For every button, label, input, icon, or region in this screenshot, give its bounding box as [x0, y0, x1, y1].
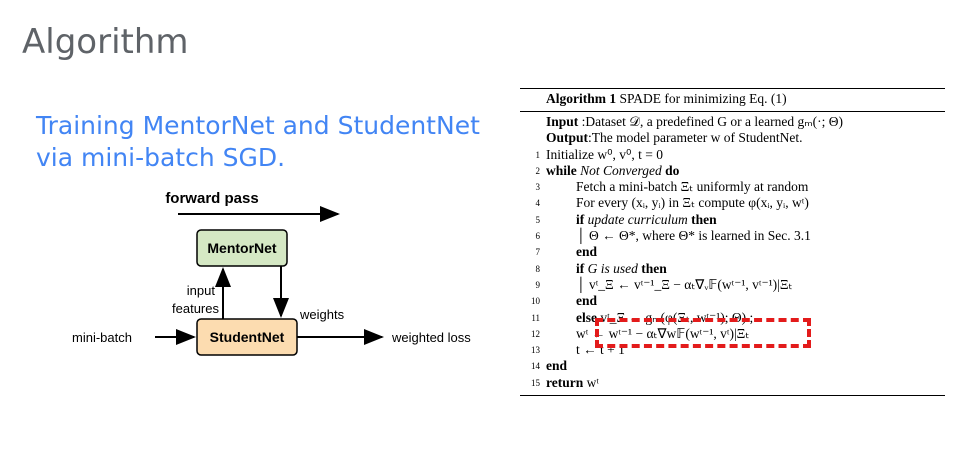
- algorithm-line: 3 Fetch a mini-batch Ξₜ uniformly at rand…: [520, 179, 945, 195]
- training-diagram: forward pass MentorNet StudentNet input …: [72, 190, 471, 356]
- slide-subtitle: Training MentorNet and StudentNet via mi…: [36, 111, 480, 172]
- algorithm-output: Output:The model parameter w of StudentN…: [520, 130, 945, 146]
- algorithm-line: 8 if G is used then: [520, 261, 945, 277]
- algorithm-input: Input :Dataset 𝒟, a predefined G or a le…: [520, 114, 945, 130]
- line-number: 3: [535, 182, 541, 193]
- algorithm-line: 4 For every (xᵢ, yᵢ) in Ξₜ compute φ(xᵢ, …: [520, 195, 945, 211]
- line-statement: │ Θ ← Θ*, where Θ* is learned in Sec. 3.…: [576, 228, 811, 244]
- line-number: 5: [535, 214, 541, 225]
- algorithm-line: 2 while Not Converged do: [520, 163, 945, 179]
- line-keyword: while: [546, 162, 577, 178]
- algorithm-caption-text: SPADE for minimizing Eq. (1): [619, 91, 787, 106]
- line-keyword: end: [576, 293, 598, 309]
- input-text: :Dataset 𝒟, a predefined G or a learned …: [581, 114, 843, 129]
- algorithm-line: 15 return wᵗ: [520, 375, 945, 391]
- line-number: 13: [531, 345, 540, 356]
- line-number: 2: [535, 165, 541, 176]
- weighted-loss-label: weighted loss: [391, 330, 471, 345]
- algorithm-caption: Algorithm 1 SPADE for minimizing Eq. (1): [520, 89, 945, 109]
- line-number: 1: [535, 149, 541, 160]
- line-keyword: if: [576, 211, 585, 227]
- line-number: 7: [535, 247, 541, 258]
- line-keyword: end: [546, 358, 568, 374]
- line-condition: update curriculum: [587, 211, 688, 227]
- algorithm-caption-number: Algorithm 1: [546, 91, 617, 106]
- line-number: 14: [531, 361, 540, 372]
- line-keyword: then: [691, 211, 717, 227]
- forward-pass-label: forward pass: [165, 190, 258, 207]
- line-number: 11: [531, 312, 540, 323]
- features-label: features: [172, 301, 219, 316]
- mentornet-label: MentorNet: [207, 240, 277, 256]
- line-statement: Initialize w⁰, v⁰, t = 0: [546, 146, 664, 162]
- output-keyword: Output: [546, 130, 589, 146]
- algorithm-line: 1 Initialize w⁰, v⁰, t = 0: [520, 147, 945, 163]
- output-text: :The model parameter w of StudentNet.: [588, 130, 803, 146]
- line-keyword: if: [576, 260, 585, 276]
- line-number: 8: [535, 263, 541, 274]
- studentnet-label: StudentNet: [210, 329, 285, 345]
- line-statement: Fetch a mini-batch Ξₜ uniformly at rando…: [576, 179, 809, 195]
- input-keyword: Input: [546, 114, 579, 129]
- line-keyword: return: [546, 374, 584, 390]
- line-number: 10: [531, 296, 540, 307]
- line-statement: │ vᵗ_Ξ ← vᵗ⁻¹_Ξ − αₜ∇ᵥ𝔽(wᵗ⁻¹, vᵗ⁻¹)|Ξₜ: [576, 276, 793, 292]
- line-keyword: then: [641, 260, 667, 276]
- algorithm-line: 5 if update curriculum then: [520, 212, 945, 228]
- line-keyword: end: [576, 244, 598, 260]
- input-label: input: [187, 283, 216, 298]
- line-number: 4: [535, 198, 541, 209]
- algorithm-line: 10 end: [520, 293, 945, 309]
- line-number: 6: [535, 231, 541, 242]
- line-keyword: do: [665, 162, 680, 178]
- algorithm-line: 14 end: [520, 358, 945, 374]
- mini-batch-label: mini-batch: [72, 330, 132, 345]
- algorithm-box: Algorithm 1 SPADE for minimizing Eq. (1)…: [520, 88, 945, 397]
- highlight-box: [595, 318, 811, 348]
- line-keyword: else: [576, 309, 597, 325]
- algorithm-lines: 1 Initialize w⁰, v⁰, t = 0 2 while Not Con…: [520, 147, 945, 391]
- line-number: 9: [535, 279, 541, 290]
- algorithm-line: 9 │ vᵗ_Ξ ← vᵗ⁻¹_Ξ − αₜ∇ᵥ𝔽(wᵗ⁻¹, vᵗ⁻¹)|Ξₜ: [520, 277, 945, 293]
- line-condition: G is used: [587, 260, 638, 276]
- line-number: 15: [531, 377, 540, 388]
- line-statement: wᵗ: [586, 374, 599, 390]
- line-statement: For every (xᵢ, yᵢ) in Ξₜ compute φ(xᵢ, y…: [576, 195, 809, 211]
- slide-title: Algorithm: [22, 22, 189, 62]
- line-condition: Not Converged: [580, 162, 662, 178]
- line-number: 12: [531, 328, 540, 339]
- algorithm-line: 7 end: [520, 244, 945, 260]
- weights-label: weights: [299, 307, 345, 322]
- algorithm-line: 6 │ Θ ← Θ*, where Θ* is learned in Sec. 3…: [520, 228, 945, 244]
